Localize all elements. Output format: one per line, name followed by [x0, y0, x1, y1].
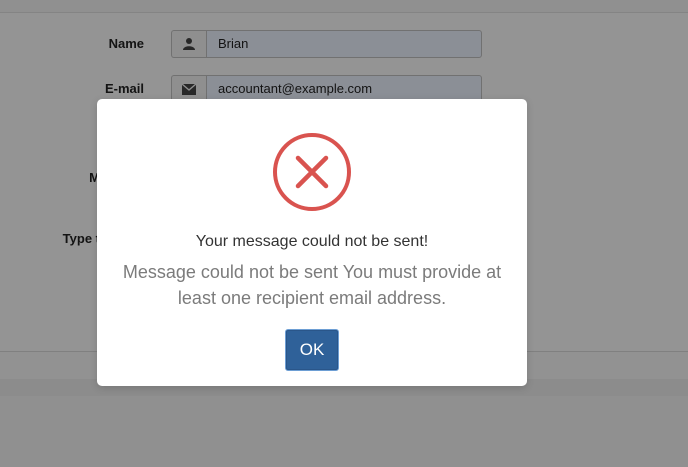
error-dialog: Your message could not be sent! Message … — [97, 99, 527, 386]
dialog-title: Your message could not be sent! — [195, 233, 429, 250]
error-x-icon — [272, 132, 352, 212]
ok-button[interactable]: OK — [285, 329, 339, 371]
dialog-message: Message could not be sent You must provi… — [122, 262, 502, 308]
